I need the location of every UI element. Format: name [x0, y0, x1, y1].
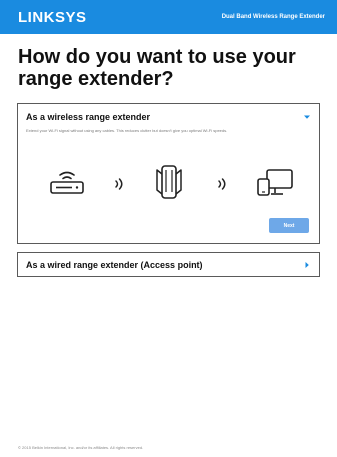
option-wired-title[interactable]: As a wired range extender (Access point) — [26, 260, 203, 270]
option-wireless-title[interactable]: As a wireless range extender — [26, 112, 150, 122]
wireless-setup-diagram — [18, 164, 319, 204]
product-name: Dual Band Wireless Range Extender — [221, 14, 325, 20]
page-title: How do you want to use your range extend… — [18, 46, 296, 90]
extender-icon — [156, 165, 182, 199]
wifi-waves-icon — [218, 178, 226, 190]
chevron-right-icon[interactable] — [302, 260, 312, 270]
option-wireless-description: Extend your Wi-Fi signal without using a… — [26, 128, 228, 133]
linksys-logo: LINKSYS — [18, 8, 87, 26]
next-button[interactable]: Next — [269, 218, 309, 233]
router-icon — [50, 171, 84, 194]
copyright-footer: © 2015 Belkin International, Inc. and/or… — [18, 445, 144, 450]
wifi-waves-icon — [115, 178, 123, 190]
page: LINKSYS Dual Band Wireless Range Extende… — [0, 0, 337, 457]
header-bar: LINKSYS Dual Band Wireless Range Extende… — [0, 0, 337, 34]
devices-icon — [257, 169, 293, 196]
option-wireless-extender[interactable]: As a wireless range extender Extend your… — [17, 103, 320, 244]
chevron-down-icon[interactable] — [302, 112, 312, 122]
option-wired-extender[interactable]: As a wired range extender (Access point) — [17, 252, 320, 277]
